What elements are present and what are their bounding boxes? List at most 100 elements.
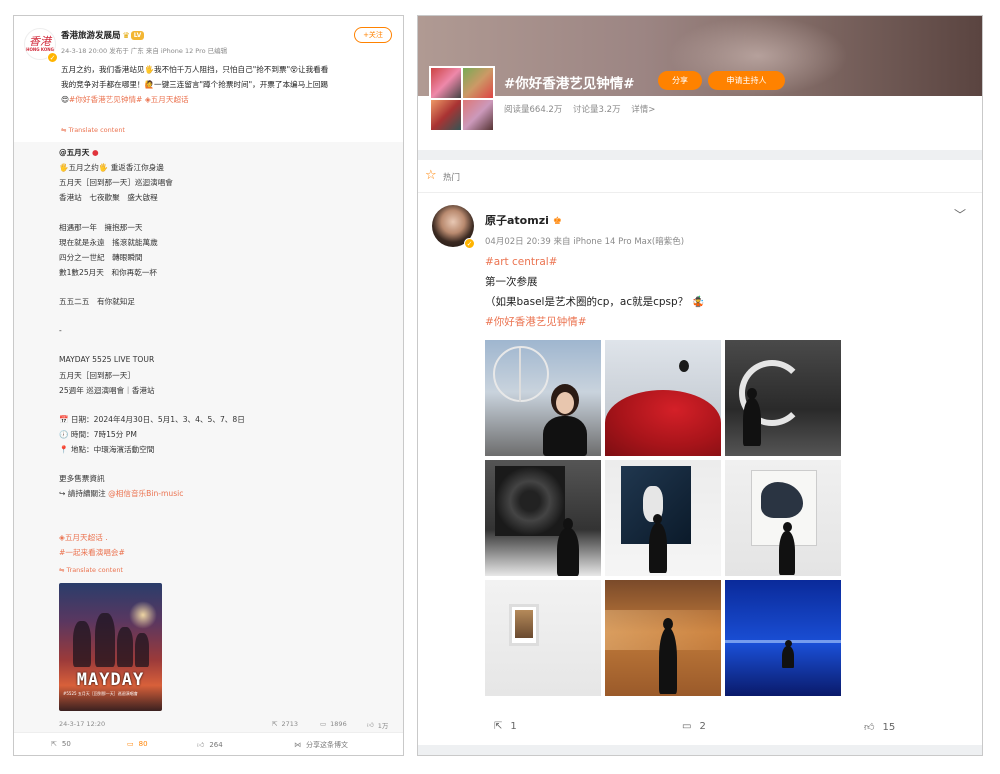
read-count: 阅读量664.2万: [504, 105, 563, 115]
comment-icon: ▭: [682, 721, 692, 732]
reposted-content: @五月天 ● 🖐五月之约🖐 重返香江你身邊 五月天［回到那一天］巡迴演唱會 香港…: [14, 142, 403, 732]
emoji: 😍: [61, 95, 69, 104]
comment-button[interactable]: ▭ 80: [127, 740, 148, 748]
verified-badge-icon: ✓: [464, 238, 475, 249]
juggle-emoji: 🤹: [691, 296, 705, 308]
comment-icon: ▭: [320, 720, 327, 728]
left-weibo-post: 香港 HONG KONG ✓ 香港旅游发展局 ♛ LV 24-3-18 20:00 …: [13, 15, 404, 756]
thumbs-up-icon: 👍︎: [367, 721, 374, 729]
photo-thumbnail[interactable]: [605, 340, 721, 456]
super-topic-link[interactable]: ◈五月天超话 .: [59, 532, 108, 543]
avatar-glyph: 香港: [29, 35, 51, 48]
author-name[interactable]: 香港旅游发展局 ♛ LV: [61, 29, 145, 41]
repost-icon: ⇱: [51, 740, 57, 748]
hashtag-line: 😍#你好香港艺见钟情# ◈五月天超话: [61, 92, 397, 107]
super-topic-link[interactable]: ◈五月天超话: [145, 95, 189, 104]
repost-line: ↪ 請持續關注 @相信音乐Bin-music: [59, 489, 184, 498]
hot-label[interactable]: 热门: [443, 171, 460, 183]
thumbs-up-icon: 👍︎: [197, 741, 205, 749]
repost-author[interactable]: @五月天 ●: [59, 147, 99, 158]
topic-stats: 阅读量664.2万 讨论量3.2万 详情>: [504, 103, 663, 115]
action-bar: ⇱ 50 ▭ 80 👍︎ 264 ⋈ 分享这条博文: [14, 732, 403, 755]
hashtag-link[interactable]: #你好香港艺见钟情#: [69, 95, 142, 104]
post-body: #art central# 第一次参展 （如果basel是艺术圈的cp，ac就是…: [485, 252, 705, 332]
photo-thumbnail[interactable]: [485, 460, 601, 576]
apply-host-button[interactable]: 申请主持人: [708, 71, 785, 90]
crown-icon: ♛: [122, 31, 130, 40]
repost-line: -: [59, 326, 62, 335]
weibo-post: ✓ 原子atomzi ♚ 04月02日 20:39 来自 iPhone 14 Pr…: [418, 193, 982, 745]
repost-line: 相遇那一年 擁抱那一天: [59, 223, 143, 232]
repost-line: 數1數25月天 和你再乾一杯: [59, 268, 158, 277]
mayday-poster-image[interactable]: MAYDAY #5525 五月天［回到那一天］巡迴演唱會: [59, 583, 162, 711]
repost-button[interactable]: ⇱ 50: [51, 740, 71, 748]
repost-line: 📍 地點：中環海濱活動空間: [59, 445, 155, 454]
photo-thumbnail[interactable]: [725, 340, 841, 456]
repost-line: 五月天［回到那一天］巡迴演唱會: [59, 178, 173, 187]
repost-repost-button[interactable]: ⇱ 2713: [272, 720, 298, 728]
repost-icon: ⇱: [272, 720, 278, 728]
hot-section-header: ☆ 热门: [418, 160, 982, 193]
verified-badge-icon: ✓: [47, 52, 58, 63]
chevron-down-icon[interactable]: ﹀: [954, 206, 966, 223]
photo-grid: [485, 340, 841, 696]
photo-thumbnail[interactable]: [725, 460, 841, 576]
crown-badge-icon: ♚: [552, 216, 562, 227]
repost-line: 🕖 時間：7時15分 PM: [59, 430, 137, 439]
repost-line: 五五二五 有你就知足: [59, 297, 135, 306]
photo-thumbnail[interactable]: [725, 580, 841, 696]
topic-title: #你好香港艺见钟情#: [504, 76, 635, 92]
repost-line: 更多售票資訊: [59, 474, 105, 483]
photo-thumbnail[interactable]: [605, 580, 721, 696]
mention-link[interactable]: @相信音乐Bin-music: [108, 489, 183, 498]
post-text-line: 五月之约，我们香港站见🖐我不怕千万人阻挡，只怕自己"抢不到票"😵让我看看: [61, 65, 329, 74]
follow-button[interactable]: +关注: [354, 27, 392, 43]
post-meta: 24-3-18 20:00 发布于 广东 来自 iPhone 12 Pro 已编…: [61, 47, 228, 55]
translate-link[interactable]: ⇋ Translate content: [59, 566, 123, 574]
repost-line: MAYDAY 5525 LIVE TOUR: [59, 355, 155, 364]
repost-line: 四分之一世紀 轉眼瞬間: [59, 253, 143, 262]
post-meta: 04月02日 20:39 来自 iPhone 14 Pro Max(暗紫色): [485, 237, 685, 247]
topic-header: #你好香港艺见钟情# 分享 申请主持人 阅读量664.2万 讨论量3.2万 详情…: [418, 16, 982, 150]
right-topic-page: #你好香港艺见钟情# 分享 申请主持人 阅读量664.2万 讨论量3.2万 详情…: [417, 15, 983, 756]
post-text-line: 第一次参展: [485, 276, 538, 288]
thumbs-up-icon: 👍︎: [864, 722, 875, 733]
hashtag-link[interactable]: #你好香港艺见钟情#: [485, 312, 705, 332]
like-button[interactable]: 👍︎ 264: [197, 740, 223, 750]
hashtag-link[interactable]: #art central#: [485, 252, 705, 272]
photo-thumbnail[interactable]: [485, 580, 601, 696]
repost-line: 五月天［回到那一天］: [59, 371, 135, 380]
topic-thumbnail[interactable]: [429, 66, 495, 132]
share-button[interactable]: ⋈ 分享这条博文: [294, 740, 348, 750]
photo-thumbnail[interactable]: [485, 340, 601, 456]
repost-button[interactable]: ⇱ 1: [494, 721, 517, 732]
comment-button[interactable]: ▭ 2: [682, 721, 706, 732]
star-icon: ☆: [425, 168, 437, 183]
level-badge: LV: [130, 31, 145, 40]
repost-line: 🖐五月之约🖐 重返香江你身邊: [59, 163, 164, 172]
repost-like-button[interactable]: 👍︎ 1万: [367, 720, 388, 730]
repost-comment-button[interactable]: ▭ 1896: [320, 720, 347, 728]
photo-thumbnail[interactable]: [605, 460, 721, 576]
repost-line: 現在就是永遠 搖滾就能萬歲: [59, 238, 158, 247]
repost-date: 24-3-17 12:20: [59, 720, 106, 728]
like-button[interactable]: 👍︎ 15: [864, 721, 895, 734]
repost-line: 📅 日期：2024年4月30日、5月1、3、4、5、7、8日: [59, 415, 245, 424]
comment-icon: ▭: [127, 740, 134, 748]
repost-icon: ⇱: [494, 721, 503, 732]
hashtag-link[interactable]: #一起来看演唱会#: [59, 547, 125, 558]
author-name[interactable]: 原子atomzi ♚: [485, 212, 562, 228]
poster-title: MAYDAY: [76, 670, 145, 690]
avatar-small-text: HONG KONG: [26, 47, 54, 52]
repost-line: 香港站 七夜歡聚 盛大啟程: [59, 193, 158, 202]
verified-red-icon: ●: [92, 148, 99, 157]
share-icon: ⋈: [294, 741, 301, 749]
discussion-count: 讨论量3.2万: [573, 105, 621, 115]
post-text: 五月之约，我们香港站见🖐我不怕千万人阻挡，只怕自己"抢不到票"😵让我看看 我的竞…: [61, 62, 397, 107]
details-link[interactable]: 详情>: [631, 105, 655, 115]
translate-link[interactable]: ⇋ Translate content: [61, 126, 125, 134]
poster-subtitle: #5525 五月天［回到那一天］巡迴演唱會: [63, 691, 138, 696]
post-text-line: （如果basel是艺术圈的cp，ac就是cpsp？ 🤹: [485, 296, 705, 308]
topic-share-button[interactable]: 分享: [658, 71, 702, 90]
post-text-line: 我的竞争对手都在哪里！🙋一键三连留言"蹲个抢票时间"，开票了本编马上回踢: [61, 80, 329, 89]
